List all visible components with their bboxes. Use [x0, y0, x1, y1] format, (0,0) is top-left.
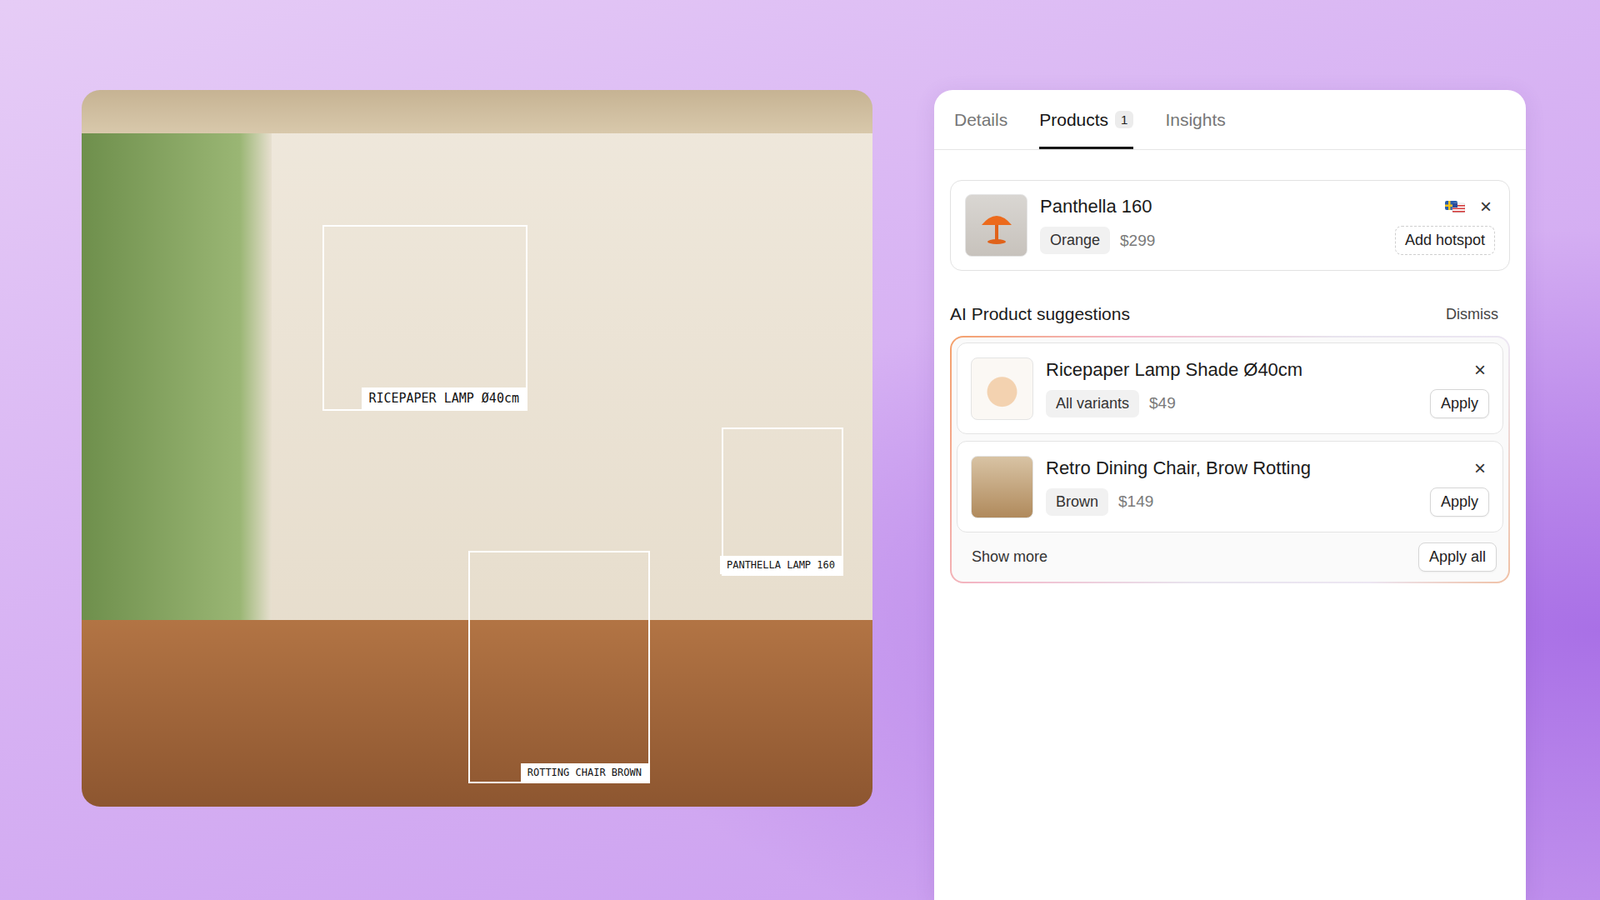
product-name: Panthella 160 [1040, 195, 1153, 218]
remove-button[interactable]: × [1470, 360, 1490, 380]
tab-bar: Details Products 1 Insights [934, 90, 1526, 150]
panel-content: Panthella 160 × Orange $299 Add hotspot AI Pr… [934, 150, 1526, 584]
suggestion-name: Ricepaper Lamp Shade Ø40cm [1045, 359, 1303, 381]
suggestion-title-row: Retro Dining Chair, Brow Rotting × [1045, 457, 1490, 480]
flag-icon[interactable] [1445, 200, 1465, 214]
variant-chip[interactable]: Orange [1040, 226, 1110, 255]
remove-button[interactable]: × [1476, 196, 1495, 217]
suggestions-footer: Show more Apply all [956, 539, 1504, 582]
suggestion-price: $149 [1118, 492, 1420, 511]
tab-label: Details [954, 110, 1008, 130]
suggestion-name: Retro Dining Chair, Brow Rotting [1045, 457, 1311, 480]
apply-button[interactable]: Apply [1430, 389, 1490, 419]
tab[interactable]: Products 1 [1039, 90, 1134, 150]
suggestions-box: Ricepaper Lamp Shade Ø40cm × All variants $… [950, 335, 1510, 584]
tab[interactable]: Insights [1165, 90, 1225, 150]
side-panel: Details Products 1 Insights Panthella 160 × Or… [934, 90, 1526, 900]
page: RICEPAPER LAMP Ø40cm PANTHELLA LAMP 160 RO… [0, 0, 1600, 900]
remove-button[interactable]: × [1470, 458, 1490, 479]
hotspot-label: ROTTING CHAIR BROWN [520, 763, 649, 782]
product-title-row: Panthella 160 × [1040, 195, 1495, 218]
variant-chip[interactable]: Brown [1045, 488, 1109, 516]
show-more-button[interactable]: Show more [971, 548, 1048, 566]
apply-button[interactable]: Apply [1430, 487, 1490, 517]
suggestion-card: Retro Dining Chair, Brow Rotting × Brown $1… [956, 440, 1504, 533]
hotspot-box[interactable]: PANTHELLA LAMP 160 [721, 427, 844, 576]
tab-label: Insights [1165, 110, 1225, 130]
suggestion-thumbnail [970, 357, 1034, 420]
suggestions-title: AI Product suggestions [950, 304, 1130, 325]
product-actions: × [1445, 196, 1495, 217]
suggestion-card: Ricepaper Lamp Shade Ø40cm × All variants $… [956, 342, 1504, 435]
suggestion-price: $49 [1149, 394, 1420, 413]
product-thumbnail [965, 194, 1028, 257]
suggestion-meta-row: All variants $49 Apply [1045, 389, 1490, 419]
hotspot-label: RICEPAPER LAMP Ø40cm [361, 387, 526, 410]
hotspot-box[interactable]: ROTTING CHAIR BROWN [468, 550, 650, 784]
tab[interactable]: Details [954, 90, 1008, 150]
suggestion-info: Retro Dining Chair, Brow Rotting × Brown $1… [1045, 457, 1490, 517]
product-price: $299 [1120, 231, 1385, 250]
product-info: Panthella 160 × Orange $299 Add hotspot [1040, 195, 1495, 255]
suggestions-header: AI Product suggestions Dismiss [950, 304, 1510, 325]
tab-count-badge: 1 [1115, 110, 1134, 129]
hotspot-label: PANTHELLA LAMP 160 [720, 555, 842, 575]
variant-chip[interactable]: All variants [1045, 390, 1140, 418]
dismiss-button[interactable]: Dismiss [1445, 305, 1499, 324]
suggestion-title-row: Ricepaper Lamp Shade Ø40cm × [1045, 359, 1490, 381]
apply-all-button[interactable]: Apply all [1418, 542, 1497, 572]
product-card: Panthella 160 × Orange $299 Add hotspot [950, 180, 1510, 271]
room-photo: RICEPAPER LAMP Ø40cm PANTHELLA LAMP 160 RO… [81, 90, 873, 807]
tab-label: Products [1039, 110, 1109, 130]
lamp-icon [978, 205, 1015, 247]
suggestion-meta-row: Brown $149 Apply [1045, 487, 1490, 517]
suggestion-thumbnail [970, 455, 1034, 519]
hotspot-box[interactable]: RICEPAPER LAMP Ø40cm [322, 225, 528, 411]
suggestion-info: Ricepaper Lamp Shade Ø40cm × All variants $… [1045, 359, 1490, 419]
add-hotspot-button[interactable]: Add hotspot [1395, 225, 1495, 255]
product-meta-row: Orange $299 Add hotspot [1040, 225, 1495, 255]
